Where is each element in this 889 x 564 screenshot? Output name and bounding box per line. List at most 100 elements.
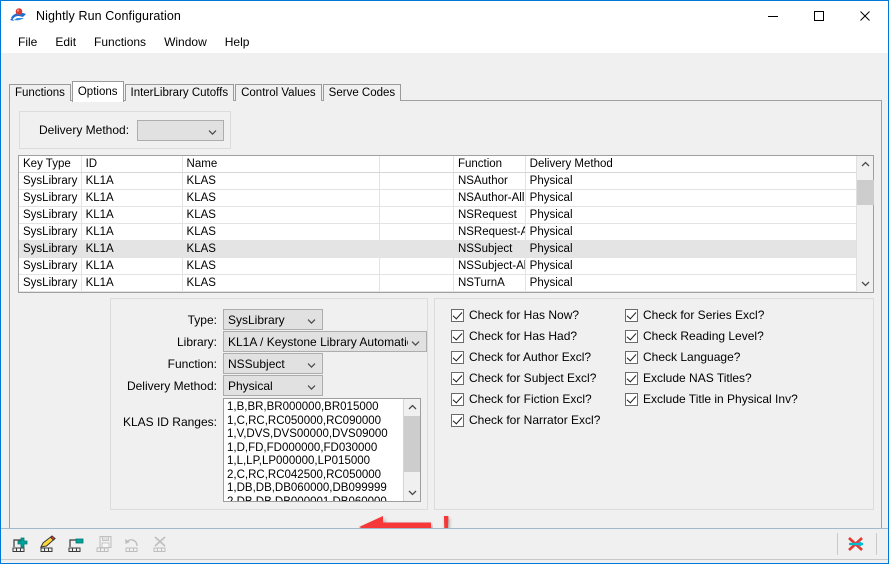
minimize-button[interactable]: [750, 1, 796, 31]
table-row-selected[interactable]: SysLibrary KL1A KLAS NSSubject Physical: [19, 241, 856, 258]
tab-interlibrary-cutoffs[interactable]: InterLibrary Cutoffs: [125, 84, 235, 101]
maximize-button[interactable]: [796, 1, 842, 31]
cell-delivery-method: Physical: [526, 241, 856, 257]
delivery-method-filter-combo[interactable]: [137, 120, 224, 141]
cell-name: KLAS: [183, 275, 381, 291]
list-item[interactable]: 1,V,DVS,DVS00000,DVS09000: [227, 428, 403, 442]
cell-id: KL1A: [82, 224, 183, 240]
checkbox-icon[interactable]: [625, 330, 638, 343]
menu-bar: File Edit Functions Window Help: [1, 31, 888, 53]
cell-function: NSRequest-All: [454, 224, 526, 240]
menu-help[interactable]: Help: [216, 33, 259, 51]
column-header-blank[interactable]: [380, 156, 454, 172]
library-value: KL1A / Keystone Library Automation Syste: [228, 335, 408, 349]
cell-blank: [380, 275, 454, 291]
checkbox-label: Check for Author Excl?: [469, 350, 591, 364]
edit-record-icon[interactable]: [35, 532, 61, 556]
copy-record-icon[interactable]: [63, 532, 89, 556]
checkbox-exclude-title-in-physical-inv[interactable]: Exclude Title in Physical Inv?: [625, 392, 798, 406]
checkbox-check-for-has-now[interactable]: Check for Has Now?: [451, 308, 579, 322]
checkbox-check-for-series-excl[interactable]: Check for Series Excl?: [625, 308, 764, 322]
checkbox-check-for-subject-excl[interactable]: Check for Subject Excl?: [451, 371, 596, 385]
checkbox-icon[interactable]: [625, 393, 638, 406]
klas-id-ranges-listbox[interactable]: 1,B,BR,BR000000,BR015000 1,C,RC,RC050000…: [223, 398, 421, 502]
table-row[interactable]: SysLibrary KL1A KLAS NSAuthor Physical: [19, 173, 856, 190]
cell-name: KLAS: [183, 190, 381, 206]
list-item[interactable]: 2,C,RC,RC042500,RC050000: [227, 469, 403, 483]
checkbox-check-for-narrator-excl[interactable]: Check for Narrator Excl?: [451, 413, 600, 427]
configuration-grid[interactable]: Key Type ID Name Function Delivery Metho…: [18, 155, 874, 293]
table-row[interactable]: SysLibrary KL1A KLAS NSAuthor-All Physic…: [19, 190, 856, 207]
scroll-down-icon[interactable]: [857, 275, 873, 292]
grid-vertical-scrollbar[interactable]: [856, 156, 873, 292]
cell-blank: [380, 190, 454, 206]
table-row[interactable]: SysLibrary KL1A KLAS NSRequest-All Physi…: [19, 224, 856, 241]
checkbox-check-language[interactable]: Check Language?: [625, 350, 740, 364]
checkbox-check-for-author-excl[interactable]: Check for Author Excl?: [451, 350, 591, 364]
checkbox-label: Check for Subject Excl?: [469, 371, 596, 385]
checkbox-label: Check Language?: [643, 350, 740, 364]
checkbox-icon[interactable]: [451, 393, 464, 406]
function-combo[interactable]: NSSubject: [223, 353, 323, 374]
column-header-delivery-method[interactable]: Delivery Method: [526, 156, 856, 172]
cell-id: KL1A: [82, 241, 183, 257]
grid-scroll-track[interactable]: [857, 173, 873, 275]
klas-list-scroll-track[interactable]: [404, 416, 420, 484]
column-header-name[interactable]: Name: [183, 156, 381, 172]
checkbox-icon[interactable]: [451, 414, 464, 427]
menu-file[interactable]: File: [9, 33, 46, 51]
list-item[interactable]: 2,DB,DB,DB000001,DB060000: [227, 496, 403, 502]
list-item[interactable]: 1,DB,DB,DB060000,DB099999: [227, 482, 403, 496]
table-row[interactable]: SysLibrary KL1A KLAS NSRequest Physical: [19, 207, 856, 224]
list-item[interactable]: 1,B,BR,BR000000,BR015000: [227, 401, 403, 415]
klas-list-scroll-thumb[interactable]: [404, 416, 421, 472]
menu-window[interactable]: Window: [155, 33, 216, 51]
column-header-function[interactable]: Function: [454, 156, 526, 172]
list-item[interactable]: 1,D,FD,FD000000,FD030000: [227, 442, 403, 456]
delivery-method-combo[interactable]: Physical: [223, 375, 323, 396]
checkbox-label: Check for Has Had?: [469, 329, 577, 343]
checkbox-icon[interactable]: [451, 372, 464, 385]
tab-functions[interactable]: Functions: [9, 84, 71, 101]
tab-options[interactable]: Options: [72, 81, 124, 102]
exit-icon[interactable]: [843, 532, 869, 556]
cell-id: KL1A: [82, 173, 183, 189]
checkbox-check-for-fiction-excl[interactable]: Check for Fiction Excl?: [451, 392, 592, 406]
cell-key-type: SysLibrary: [19, 275, 82, 291]
cell-name: KLAS: [183, 173, 381, 189]
cell-key-type: SysLibrary: [19, 190, 82, 206]
checkbox-icon[interactable]: [625, 309, 638, 322]
klas-list-vertical-scrollbar[interactable]: [403, 399, 420, 501]
column-header-id[interactable]: ID: [82, 156, 183, 172]
checkbox-icon[interactable]: [451, 351, 464, 364]
close-button[interactable]: [842, 1, 888, 31]
column-header-key-type[interactable]: Key Type: [19, 156, 82, 172]
table-row[interactable]: SysLibrary KL1A KLAS NSTurnA Physical: [19, 275, 856, 292]
add-record-icon[interactable]: [7, 532, 33, 556]
menu-functions[interactable]: Functions: [85, 33, 155, 51]
checkbox-check-reading-level[interactable]: Check Reading Level?: [625, 329, 764, 343]
menu-edit[interactable]: Edit: [46, 33, 85, 51]
grid-scroll-thumb[interactable]: [857, 180, 874, 205]
checkbox-icon[interactable]: [451, 309, 464, 322]
table-row[interactable]: SysLibrary KL1A KLAS NSSubject-All Physi…: [19, 258, 856, 275]
tab-serve-codes[interactable]: Serve Codes: [323, 84, 401, 101]
scroll-down-icon[interactable]: [404, 484, 420, 501]
cell-function: NSTurnA: [454, 275, 526, 291]
checkbox-icon[interactable]: [625, 351, 638, 364]
type-combo[interactable]: SysLibrary: [223, 309, 323, 330]
checkbox-exclude-nas-titles[interactable]: Exclude NAS Titles?: [625, 371, 752, 385]
tab-control-values[interactable]: Control Values: [235, 84, 322, 101]
scroll-up-icon[interactable]: [857, 156, 873, 173]
chevron-down-icon: [307, 380, 316, 389]
checkbox-check-for-has-had[interactable]: Check for Has Had?: [451, 329, 577, 343]
scroll-up-icon[interactable]: [404, 399, 420, 416]
cell-blank: [380, 241, 454, 257]
library-combo[interactable]: KL1A / Keystone Library Automation Syste: [223, 331, 427, 352]
checkbox-icon[interactable]: [625, 372, 638, 385]
klas-id-ranges-items: 1,B,BR,BR000000,BR015000 1,C,RC,RC050000…: [224, 399, 403, 501]
checkbox-icon[interactable]: [451, 330, 464, 343]
chevron-down-icon: [208, 125, 217, 134]
list-item[interactable]: 1,L,LP,LP000000,LP015000: [227, 455, 403, 469]
list-item[interactable]: 1,C,RC,RC050000,RC090000: [227, 415, 403, 429]
